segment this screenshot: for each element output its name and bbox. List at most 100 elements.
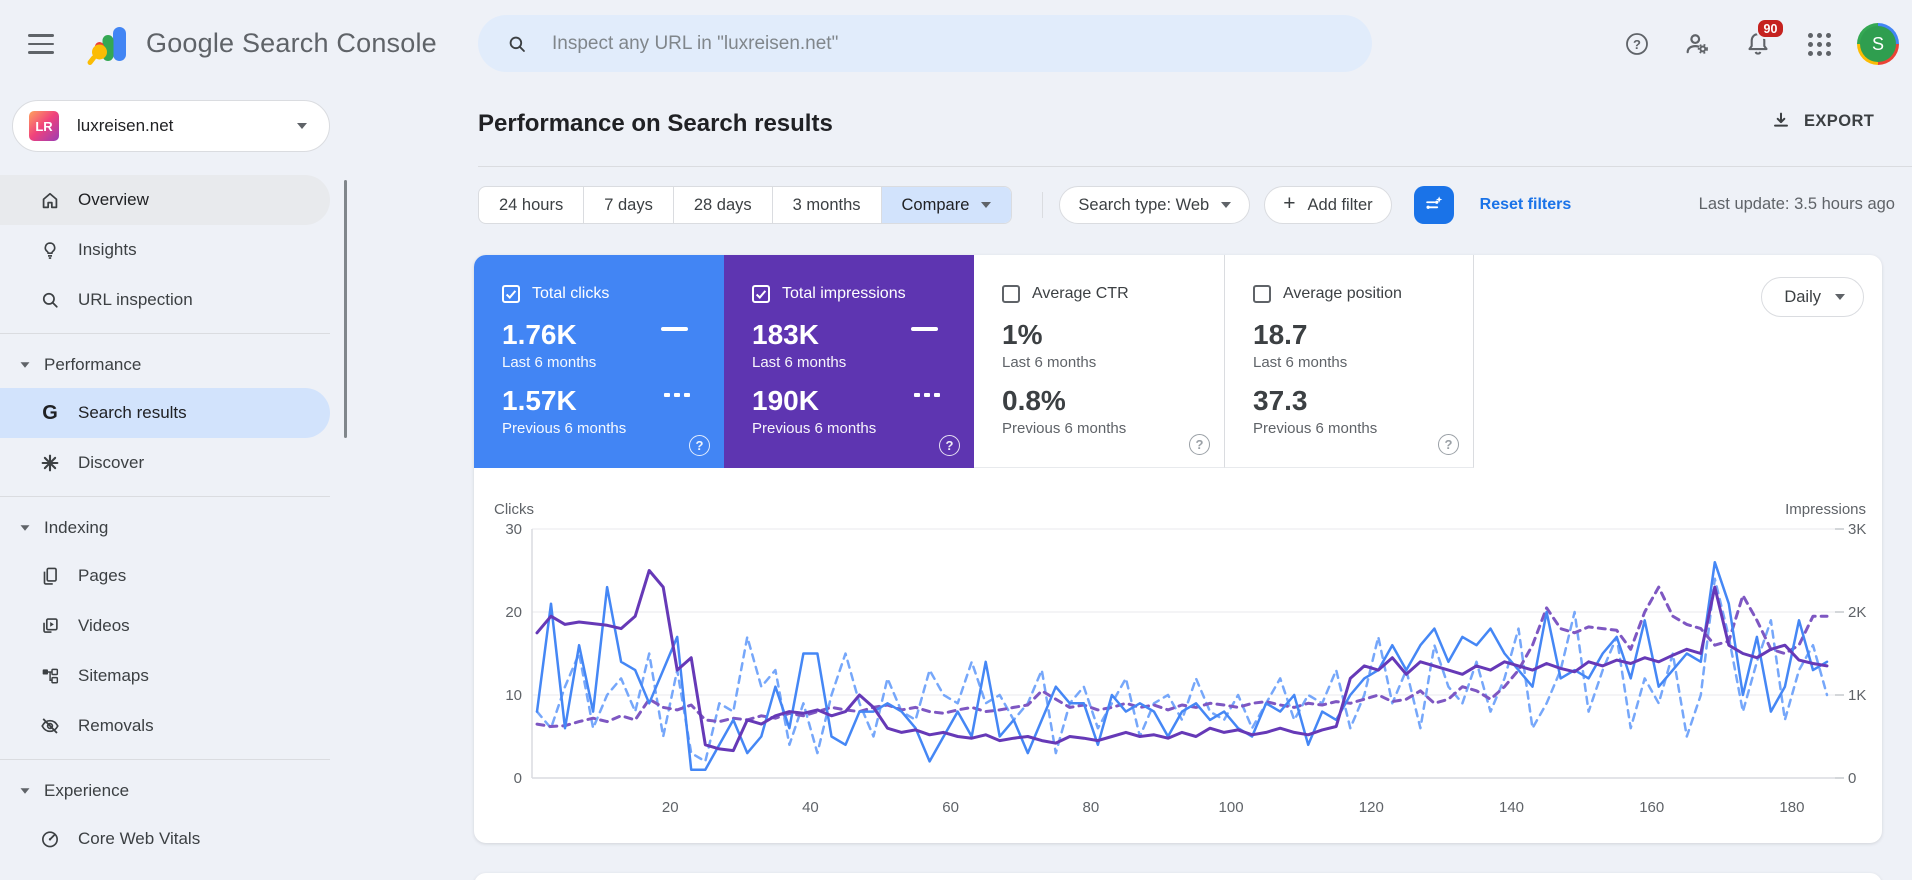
metric-tile-average-ctr[interactable]: Average CTR 1% Last 6 months 0.8% Previo…	[974, 255, 1224, 468]
sidebar-item-discover[interactable]: Discover	[0, 438, 330, 488]
position-previous-value: 37.3	[1253, 385, 1308, 416]
menu-icon[interactable]	[26, 32, 56, 56]
sidebar-nav: Overview Insights URL inspection Perform…	[0, 175, 330, 864]
svg-text:2K: 2K	[1848, 604, 1866, 621]
add-filter-button[interactable]: + Add filter	[1264, 186, 1392, 224]
metric-tile-average-position[interactable]: Average position 18.7 Last 6 months 37.3…	[1224, 255, 1474, 468]
dashed-line-indicator	[914, 393, 940, 397]
sidebar-section-indexing[interactable]: Indexing	[0, 505, 330, 551]
filter-separator	[1042, 192, 1044, 218]
search-icon	[509, 36, 525, 52]
svg-text:3K: 3K	[1848, 521, 1866, 538]
ctr-current-value: 1%	[1002, 319, 1043, 350]
home-icon	[38, 188, 62, 212]
top-bar: Google Search Console ? 90 S	[0, 0, 1912, 88]
help-icon[interactable]: ?	[1619, 26, 1655, 62]
property-selector[interactable]: LR luxreisen.net	[12, 100, 330, 152]
eye-off-icon	[38, 714, 62, 738]
help-icon[interactable]: ?	[939, 435, 960, 456]
gauge-icon	[38, 827, 62, 851]
next-table-card-edge	[474, 873, 1882, 880]
sidebar-item-core-web-vitals[interactable]: Core Web Vitals	[0, 814, 330, 864]
impressions-current-value: 183K	[752, 319, 819, 350]
caret-down-icon	[20, 525, 30, 531]
pages-icon	[38, 564, 62, 588]
performance-card: Total clicks 1.76K Last 6 months 1.57K P…	[474, 255, 1882, 843]
property-name: luxreisen.net	[77, 116, 174, 135]
sidebar-section-performance[interactable]: Performance	[0, 342, 330, 388]
google-g-icon: G	[42, 401, 58, 424]
checkbox-average-position[interactable]	[1253, 285, 1271, 303]
svg-text:?: ?	[1633, 37, 1641, 52]
position-current-value: 18.7	[1253, 319, 1308, 350]
tab-24-hours[interactable]: 24 hours	[479, 187, 585, 223]
sidebar-divider	[0, 333, 330, 334]
solid-line-indicator	[911, 327, 938, 331]
account-avatar[interactable]: S	[1857, 23, 1899, 65]
sidebar-item-sitemaps[interactable]: Sitemaps	[0, 651, 330, 701]
granularity-dropdown[interactable]: Daily	[1761, 277, 1864, 317]
metric-tile-total-clicks[interactable]: Total clicks 1.76K Last 6 months 1.57K P…	[474, 255, 724, 468]
checkbox-total-clicks[interactable]	[502, 285, 520, 303]
sidebar-section-experience[interactable]: Experience	[0, 768, 330, 814]
export-button[interactable]: EXPORT	[1770, 110, 1874, 132]
caret-down-icon	[20, 362, 30, 368]
tab-28-days[interactable]: 28 days	[674, 187, 773, 223]
checkbox-total-impressions[interactable]	[752, 285, 770, 303]
url-inspect-input[interactable]	[552, 32, 1252, 55]
metric-tiles: Total clicks 1.76K Last 6 months 1.57K P…	[474, 255, 1474, 468]
filter-bar: 24 hours 7 days 28 days 3 months Compare…	[478, 186, 1898, 224]
product-name: Google Search Console	[146, 28, 437, 58]
svg-text:30: 30	[505, 521, 522, 538]
tab-7-days[interactable]: 7 days	[584, 187, 674, 223]
dashed-line-indicator	[664, 393, 690, 397]
performance-line-chart: 0 0 10 1K 20 2K 30 3K Clicks Impressions 20 40 60 80 1…	[494, 501, 1866, 816]
user-settings-icon[interactable]	[1679, 26, 1715, 62]
caret-down-icon	[1221, 202, 1232, 208]
header-divider	[478, 166, 1912, 167]
sidebar-item-removals[interactable]: Removals	[0, 701, 330, 751]
sidebar-scrollbar[interactable]	[344, 180, 347, 438]
svg-text:40: 40	[802, 799, 819, 816]
sidebar-item-videos[interactable]: Videos	[0, 601, 330, 651]
google-apps-grid-icon[interactable]	[1801, 26, 1837, 62]
sitemap-icon	[38, 664, 62, 688]
page-title: Performance on Search results	[478, 110, 833, 137]
checkbox-average-ctr[interactable]	[1002, 285, 1020, 303]
filter-tune-button[interactable]	[1413, 186, 1454, 224]
video-icon	[38, 614, 62, 638]
caret-down-icon	[981, 202, 992, 208]
svg-text:20: 20	[505, 604, 522, 621]
help-icon[interactable]: ?	[689, 435, 710, 456]
reset-filters-link[interactable]: Reset filters	[1480, 196, 1572, 214]
tab-compare[interactable]: Compare	[881, 187, 1012, 223]
chevron-down-icon	[297, 123, 307, 129]
svg-text:180: 180	[1779, 799, 1804, 816]
help-icon[interactable]: ?	[1189, 434, 1210, 455]
svg-text:120: 120	[1359, 799, 1384, 816]
last-update-text: Last update: 3.5 hours ago	[1698, 195, 1895, 213]
sidebar-item-url-inspection[interactable]: URL inspection	[0, 275, 330, 325]
search-type-dropdown[interactable]: Search type: Web	[1059, 186, 1251, 224]
sidebar-item-insights[interactable]: Insights	[0, 225, 330, 275]
svg-text:Clicks: Clicks	[494, 501, 534, 518]
metric-tile-total-impressions[interactable]: Total impressions 183K Last 6 months 190…	[724, 255, 974, 468]
sidebar-item-search-results[interactable]: G Search results	[0, 388, 330, 438]
svg-text:20: 20	[662, 799, 679, 816]
notifications-bell-icon[interactable]: 90	[1740, 18, 1785, 62]
sidebar-item-pages[interactable]: Pages	[0, 551, 330, 601]
clicks-current-value: 1.76K	[502, 319, 577, 350]
tab-3-months[interactable]: 3 months	[773, 187, 882, 223]
svg-text:Impressions: Impressions	[1785, 501, 1866, 518]
svg-text:140: 140	[1499, 799, 1524, 816]
sidebar-item-overview[interactable]: Overview	[0, 175, 330, 225]
svg-text:10: 10	[505, 687, 522, 704]
svg-text:1K: 1K	[1848, 687, 1866, 704]
svg-text:0: 0	[514, 770, 522, 787]
clicks-previous-value: 1.57K	[502, 385, 577, 416]
url-inspect-searchbar[interactable]	[478, 15, 1372, 72]
notification-count-badge: 90	[1756, 18, 1785, 39]
property-favicon: LR	[29, 111, 59, 141]
svg-text:60: 60	[942, 799, 959, 816]
help-icon[interactable]: ?	[1438, 434, 1459, 455]
